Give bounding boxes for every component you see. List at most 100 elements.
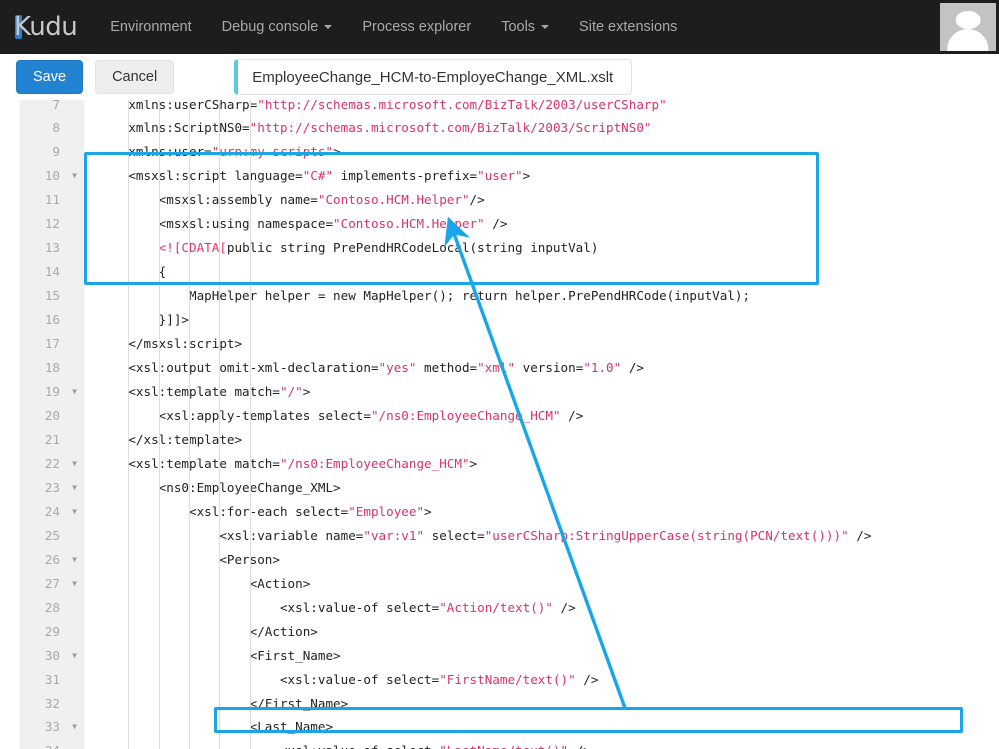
fold-toggle-icon[interactable]: ▼ <box>72 500 77 524</box>
code-line[interactable]: }]]> <box>98 308 189 332</box>
line-number: 26 ▼ <box>20 548 84 572</box>
code-text: <Action> <box>98 575 311 591</box>
code-text: xmlns:userCSharp= <box>98 100 258 112</box>
nav-item-tools-label: Tools <box>501 19 536 35</box>
fold-toggle-icon[interactable]: ▼ <box>72 644 77 668</box>
line-number: 28 <box>44 599 60 615</box>
kudu-logo-rest: udu <box>29 12 78 42</box>
xsl-variable-v2-highlight <box>214 707 963 733</box>
code-line[interactable]: <xsl:variable name="var:v1" select="user… <box>98 524 871 548</box>
code-line[interactable]: <xsl:template match="/ns0:EmployeeChange… <box>98 452 477 476</box>
line-number: 27 ▼ <box>20 572 84 596</box>
kudu-logo-k: K <box>14 12 30 42</box>
code-line[interactable]: </Action> <box>98 620 318 644</box>
code-text: /> <box>848 527 872 543</box>
code-line[interactable]: <Action> <box>98 572 311 596</box>
code-line[interactable]: <xsl:value-of select="FirstName/text()" … <box>98 668 598 692</box>
line-number: 13 <box>44 240 60 256</box>
code-text: /> <box>621 360 644 376</box>
code-line[interactable]: <xsl:template match="/"> <box>98 380 310 404</box>
code-text: <xsl:value-of select= <box>98 599 440 615</box>
msxsl-script-block-highlight <box>84 152 819 285</box>
code-text: version= <box>515 360 584 376</box>
code-text: method= <box>416 360 478 376</box>
fold-toggle-icon[interactable]: ▼ <box>72 572 77 596</box>
editor-toolbar: Save Cancel EmployeeChange_HCM-to-Employ… <box>0 54 999 100</box>
code-line[interactable]: <xsl:value-of select="LastName/text()" /… <box>98 739 591 749</box>
nav-item-site-extensions-label: Site extensions <box>579 19 678 35</box>
code-text: /> <box>568 743 591 749</box>
code-line[interactable]: <xsl:output omit-xml-declaration="yes" m… <box>98 356 644 380</box>
line-number-gutter[interactable]: 7 8 9 10 ▼ 11 12 13 14 15 16 17 18 19 ▼ 20 21 22 ▼ 23 ▼ 24 ▼ 25… <box>20 100 84 749</box>
nav-item-site-extensions[interactable]: Site extensions <box>564 0 692 54</box>
kudu-logo-icon: Kudu <box>14 12 78 42</box>
code-text: }]]> <box>98 312 189 328</box>
code-text: <xsl:variable name= <box>98 527 364 543</box>
code-line[interactable]: <xsl:apply-templates select="/ns0:Employ… <box>98 404 584 428</box>
code-text: > <box>302 384 311 400</box>
code-string: "/ns0:EmployeeChange_HCM" <box>370 407 561 423</box>
chevron-down-icon <box>541 25 550 29</box>
line-number: 8 <box>52 120 60 136</box>
save-button[interactable]: Save <box>16 59 84 95</box>
code-line[interactable]: xmlns:ScriptNS0="http://schemas.microsof… <box>98 116 652 140</box>
line-number: 14 <box>44 264 60 280</box>
code-string: "xml" <box>477 360 516 376</box>
fold-toggle-icon[interactable]: ▼ <box>72 715 77 739</box>
line-number: 22 ▼ <box>20 452 84 476</box>
line-number: 21 <box>44 431 60 447</box>
kudu-brand-logo[interactable]: Kudu <box>0 0 95 54</box>
line-number: 34 <box>20 739 84 749</box>
cancel-button[interactable]: Cancel <box>95 59 175 95</box>
nav-item-tools[interactable]: Tools <box>486 0 564 54</box>
line-number: 18 <box>44 360 60 376</box>
code-string: "/" <box>279 384 303 400</box>
code-text: > <box>424 503 432 519</box>
code-string: "/ns0:EmployeeChange_HCM" <box>279 455 470 471</box>
filename-field[interactable]: EmployeeChange_HCM-to-EmployeChange_XML.… <box>234 59 633 95</box>
code-string: "1.0" <box>583 360 622 376</box>
code-text: /> <box>560 407 584 423</box>
code-line[interactable]: </msxsl:script> <box>98 332 242 356</box>
code-string: "userCSharp:StringUpperCase(string(PCN/t… <box>484 527 849 543</box>
code-text: <xsl:value-of select= <box>98 671 440 687</box>
code-string: "http://schemas.microsoft.com/BizTalk/20… <box>257 100 667 112</box>
code-text: /> <box>552 599 576 615</box>
code-string: "FirstName/text()" <box>439 671 576 687</box>
fold-toggle-icon[interactable]: ▼ <box>72 452 77 476</box>
user-avatar[interactable] <box>937 0 999 54</box>
code-text: > <box>469 455 478 471</box>
code-line[interactable]: MapHelper helper = new MapHelper(); retu… <box>98 284 750 308</box>
line-number: 31 <box>44 671 60 687</box>
code-text: <xsl:for-each select= <box>98 503 349 519</box>
fold-toggle-icon[interactable]: ▼ <box>72 548 77 572</box>
line-number: 32 <box>44 695 60 711</box>
fold-toggle-icon[interactable]: ▼ <box>72 476 77 500</box>
code-line[interactable]: <xsl:value-of select="Action/text()" /> <box>98 596 576 620</box>
user-avatar-icon <box>940 3 996 51</box>
navbar-links: Environment Debug console Process explor… <box>95 0 692 54</box>
line-number: 25 <box>44 527 60 543</box>
code-line[interactable]: xmlns:userCSharp="http://schemas.microso… <box>98 100 667 116</box>
line-number: 16 <box>44 312 60 328</box>
code-line[interactable]: </xsl:template> <box>98 428 242 452</box>
code-text: select= <box>424 527 485 543</box>
line-number: 7 <box>52 100 60 112</box>
line-number: 30 ▼ <box>20 644 84 668</box>
line-number: 12 <box>44 216 60 232</box>
nav-item-environment[interactable]: Environment <box>95 0 206 54</box>
code-text: <xsl:output omit-xml-declaration= <box>98 360 379 376</box>
line-number: 17 <box>44 336 60 352</box>
nav-item-process-explorer[interactable]: Process explorer <box>347 0 486 54</box>
chevron-down-icon <box>324 25 333 29</box>
nav-item-debug-console[interactable]: Debug console <box>207 0 348 54</box>
line-number: 19 ▼ <box>20 380 84 404</box>
code-text: </xsl:template> <box>98 431 243 447</box>
code-string: "http://schemas.microsoft.com/BizTalk/20… <box>249 120 652 136</box>
code-text: <xsl:apply-templates select= <box>98 407 371 423</box>
fold-toggle-icon[interactable]: ▼ <box>72 164 77 188</box>
filename-text: EmployeeChange_HCM-to-EmployeChange_XML.… <box>252 68 614 86</box>
code-text: MapHelper helper = new MapHelper(); retu… <box>98 288 751 304</box>
code-line[interactable]: <xsl:for-each select="Employee"> <box>98 500 432 524</box>
fold-toggle-icon[interactable]: ▼ <box>72 380 77 404</box>
